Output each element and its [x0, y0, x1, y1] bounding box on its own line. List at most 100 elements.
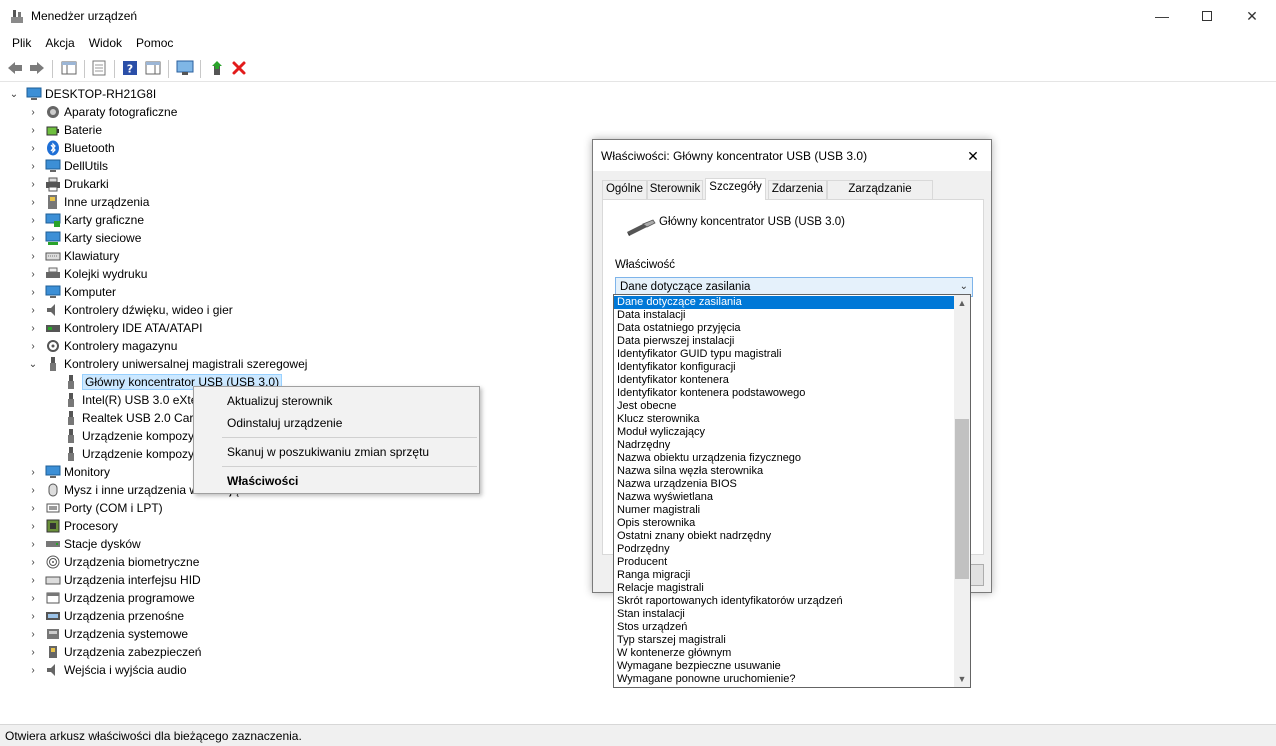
chevron-right-icon[interactable]: ›	[28, 161, 38, 172]
dropdown-scrollbar[interactable]: ▲ ▼	[954, 295, 970, 687]
dropdown-item[interactable]: Data pierwszej instalacji	[614, 335, 954, 348]
maximize-button[interactable]	[1184, 0, 1230, 32]
tree-category[interactable]: › Urządzenia biometryczne	[28, 553, 199, 571]
tree-category[interactable]: › Karty graficzne	[28, 211, 144, 229]
tree-category[interactable]: › Bluetooth	[28, 139, 115, 157]
tree-category[interactable]: › Stacje dysków	[28, 535, 140, 553]
ctx-scan-hardware[interactable]: Skanuj w poszukiwaniu zmian sprzętu	[227, 445, 429, 459]
chevron-right-icon[interactable]: ›	[28, 665, 38, 676]
dropdown-item[interactable]: Producent	[614, 556, 954, 569]
properties-toolbar-button[interactable]	[90, 59, 108, 77]
tree-category[interactable]: › Porty (COM i LPT)	[28, 499, 162, 517]
tree-device[interactable]: Realtek USB 2.0 Card	[63, 409, 200, 427]
chevron-down-icon[interactable]: ⌄	[9, 89, 19, 100]
chevron-right-icon[interactable]: ›	[28, 611, 38, 622]
chevron-right-icon[interactable]: ›	[28, 521, 38, 532]
dropdown-item[interactable]: Skrót raportowanych identyfikatorów urzą…	[614, 595, 954, 608]
dropdown-item[interactable]: Dane dotyczące zasilania	[614, 296, 954, 309]
dropdown-item[interactable]: Stan instalacji	[614, 608, 954, 621]
tree-category[interactable]: › Urządzenia zabezpieczeń	[28, 643, 201, 661]
dropdown-item[interactable]: Relacje magistrali	[614, 582, 954, 595]
dropdown-item[interactable]: Identyfikator GUID typu magistrali	[614, 348, 954, 361]
chevron-right-icon[interactable]: ›	[28, 215, 38, 226]
ctx-update-driver[interactable]: Aktualizuj sterownik	[227, 394, 332, 408]
chevron-right-icon[interactable]: ›	[28, 287, 38, 298]
tree-category[interactable]: › DellUtils	[28, 157, 108, 175]
dropdown-item[interactable]: Klucz sterownika	[614, 413, 954, 426]
minimize-button[interactable]: —	[1139, 0, 1185, 32]
chevron-right-icon[interactable]: ›	[28, 485, 38, 496]
tree-category[interactable]: › Wejścia i wyjścia audio	[28, 661, 186, 679]
tab-power-management[interactable]: Zarządzanie energią	[827, 180, 933, 212]
dropdown-item[interactable]: Wymagane bezpieczne usuwanie	[614, 660, 954, 673]
scroll-thumb[interactable]	[955, 419, 969, 579]
tree-category[interactable]: › Urządzenia interfejsu HID	[28, 571, 200, 589]
tree-category[interactable]: › Kontrolery IDE ATA/ATAPI	[28, 319, 202, 337]
chevron-right-icon[interactable]: ›	[28, 647, 38, 658]
dropdown-item[interactable]: Typ starszej magistrali	[614, 634, 954, 647]
help-button[interactable]: ?	[121, 59, 139, 77]
chevron-right-icon[interactable]: ›	[28, 503, 38, 514]
dropdown-item[interactable]: Ostatni znany obiekt nadrzędny	[614, 530, 954, 543]
dropdown-item[interactable]: Identyfikator kontenera	[614, 374, 954, 387]
tree-category[interactable]: › Urządzenia programowe	[28, 589, 194, 607]
tree-category[interactable]: › Aparaty fotograficzne	[28, 103, 177, 121]
dropdown-item[interactable]: Numer magistrali	[614, 504, 954, 517]
tree-category[interactable]: › Kolejki wydruku	[28, 265, 147, 283]
tree-category[interactable]: › Urządzenia przenośne	[28, 607, 184, 625]
dropdown-item[interactable]: Nadrzędny	[614, 439, 954, 452]
dropdown-item[interactable]: Nazwa wyświetlana	[614, 491, 954, 504]
dropdown-item[interactable]: Data instalacji	[614, 309, 954, 322]
scan-hardware-button[interactable]	[176, 59, 194, 77]
chevron-right-icon[interactable]: ›	[28, 179, 38, 190]
tree-category[interactable]: › Klawiatury	[28, 247, 119, 265]
tree-root[interactable]: ⌄ DESKTOP-RH21G8I	[9, 85, 156, 103]
menu-action[interactable]: Akcja	[38, 33, 81, 53]
chevron-right-icon[interactable]: ›	[28, 107, 38, 118]
chevron-right-icon[interactable]: ›	[28, 629, 38, 640]
dropdown-item[interactable]: Jest obecne	[614, 400, 954, 413]
tree-device[interactable]: Urządzenie kompozy	[63, 427, 194, 445]
uninstall-device-button[interactable]	[230, 59, 248, 77]
chevron-right-icon[interactable]: ›	[28, 539, 38, 550]
chevron-right-icon[interactable]: ›	[28, 467, 38, 478]
ctx-properties[interactable]: Właściwości	[227, 474, 298, 488]
tree-category[interactable]: › Baterie	[28, 121, 102, 139]
dropdown-item[interactable]: Podrzędny	[614, 543, 954, 556]
dropdown-item[interactable]: Identyfikator konfiguracji	[614, 361, 954, 374]
dropdown-item[interactable]: Moduł wyliczający	[614, 426, 954, 439]
tree-device[interactable]: Intel(R) USB 3.0 eXte	[63, 391, 197, 409]
dropdown-item[interactable]: Nazwa obiektu urządzenia fizycznego	[614, 452, 954, 465]
dialog-close-button[interactable]: ✕	[957, 142, 989, 170]
tab-events[interactable]: Zdarzenia	[768, 180, 827, 199]
tree-device[interactable]: Urządzenie kompozy	[63, 445, 194, 463]
tree-category[interactable]: › Urządzenia systemowe	[28, 625, 188, 643]
tree-category[interactable]: › Inne urządzenia	[28, 193, 149, 211]
action-pane-button[interactable]	[144, 59, 162, 77]
back-button[interactable]	[6, 59, 24, 77]
tree-category-expanded[interactable]: ⌄ Kontrolery uniwersalnej magistrali szer…	[28, 355, 307, 373]
dropdown-item[interactable]: Stos urządzeń	[614, 621, 954, 634]
tab-details[interactable]: Szczegóły	[705, 178, 766, 200]
chevron-right-icon[interactable]: ›	[28, 305, 38, 316]
chevron-right-icon[interactable]: ›	[28, 593, 38, 604]
tab-general[interactable]: Ogólne	[602, 180, 647, 199]
chevron-right-icon[interactable]: ›	[28, 197, 38, 208]
tree-category[interactable]: › Kontrolery dźwięku, wideo i gier	[28, 301, 232, 319]
chevron-right-icon[interactable]: ›	[28, 557, 38, 568]
ctx-uninstall-device[interactable]: Odinstaluj urządzenie	[227, 416, 342, 430]
show-hide-console-tree-button[interactable]	[60, 59, 78, 77]
scroll-up-icon[interactable]: ▲	[954, 295, 970, 311]
update-driver-button[interactable]	[208, 59, 226, 77]
menu-view[interactable]: Widok	[82, 33, 129, 53]
dropdown-item[interactable]: Wymagane ponowne uruchomienie?	[614, 673, 954, 686]
forward-button[interactable]	[28, 59, 46, 77]
dropdown-item[interactable]: Identyfikator kontenera podstawowego	[614, 387, 954, 400]
chevron-right-icon[interactable]: ›	[28, 323, 38, 334]
chevron-right-icon[interactable]: ›	[28, 341, 38, 352]
dropdown-item[interactable]: Nazwa urządzenia BIOS	[614, 478, 954, 491]
tree-category[interactable]: › Drukarki	[28, 175, 109, 193]
chevron-right-icon[interactable]: ›	[28, 125, 38, 136]
chevron-right-icon[interactable]: ›	[28, 251, 38, 262]
dropdown-item[interactable]: Data ostatniego przyjęcia	[614, 322, 954, 335]
